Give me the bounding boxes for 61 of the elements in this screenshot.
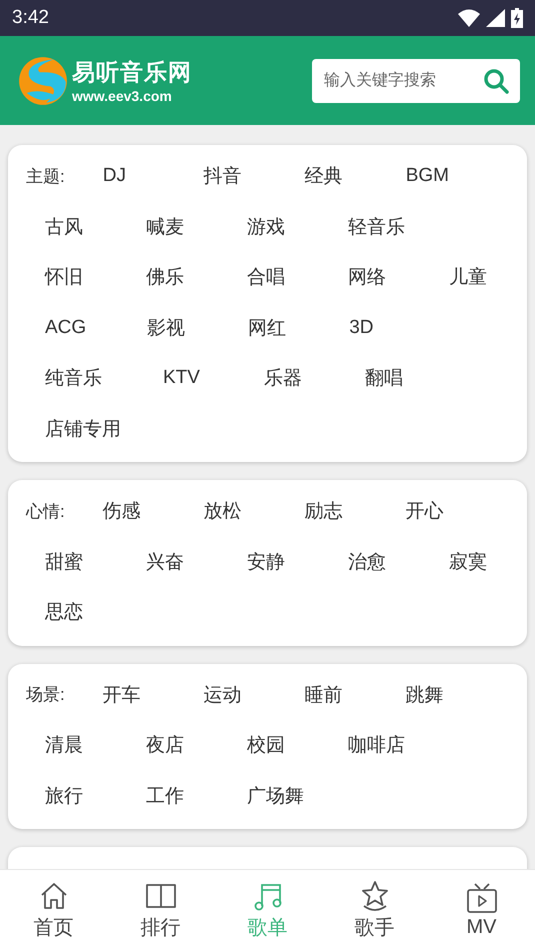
tag-link[interactable]: KTV <box>163 367 203 390</box>
tag-link[interactable]: 合唱 <box>247 264 287 290</box>
tag-link[interactable]: 影视 <box>147 314 188 341</box>
tag-link[interactable]: 开心 <box>406 498 446 524</box>
tag-link[interactable]: 轻音乐 <box>348 214 405 240</box>
tag-link[interactable]: 开车 <box>102 682 143 708</box>
tag-link[interactable]: 睡前 <box>304 682 345 708</box>
tag-link[interactable]: 寂寞 <box>449 548 489 575</box>
site-url: www.eev3.com <box>72 88 173 104</box>
tag-link[interactable]: 古风 <box>45 214 85 240</box>
nav-tab[interactable]: MV <box>428 870 535 951</box>
tag-link[interactable]: 乐器 <box>264 365 304 392</box>
search-field[interactable]: 输入关键字搜索 <box>312 58 472 102</box>
battery-charging-icon <box>511 8 523 28</box>
tag-link[interactable]: 翻唱 <box>365 365 405 392</box>
tag-link[interactable]: 店铺专用 <box>45 416 121 442</box>
tag-link[interactable]: 广场舞 <box>247 782 304 809</box>
tag-link[interactable]: 安静 <box>247 548 287 575</box>
category-label: 场景: <box>26 684 65 706</box>
tag-link[interactable]: 思恋 <box>45 599 85 626</box>
tag-link[interactable]: ACG <box>45 316 86 339</box>
site-name: 易听音乐网 <box>72 58 192 87</box>
signal-icon <box>486 9 505 27</box>
tag-link[interactable]: 网红 <box>248 314 288 341</box>
tag-link[interactable]: 儿童 <box>449 264 489 290</box>
tag-link[interactable]: 治愈 <box>348 548 388 575</box>
nav-tab[interactable]: 排行 <box>107 870 214 951</box>
tag-link[interactable]: 纯音乐 <box>45 365 102 392</box>
tag-link[interactable]: 励志 <box>304 498 345 524</box>
tag-link[interactable]: 跳舞 <box>406 682 446 708</box>
tag-link[interactable]: 怀旧 <box>45 264 85 290</box>
tag-link[interactable]: 旅行 <box>45 782 85 809</box>
wifi-icon <box>458 9 480 27</box>
nav-tab[interactable]: 歌手 <box>321 870 428 951</box>
search-button[interactable] <box>472 58 520 102</box>
tag-link[interactable]: DJ <box>102 165 143 188</box>
tag-link[interactable]: 喊麦 <box>146 214 186 240</box>
tag-link[interactable]: 网络 <box>348 264 388 290</box>
tag-link[interactable]: 兴奋 <box>146 548 186 575</box>
tag-link[interactable]: 抖音 <box>204 163 244 190</box>
tag-link[interactable]: 夜店 <box>146 732 186 758</box>
category-label: 心情: <box>26 500 65 523</box>
tag-link[interactable]: 清晨 <box>45 732 85 758</box>
tag-link[interactable]: 3D <box>349 316 390 339</box>
status-time: 3:42 <box>12 7 49 29</box>
tag-link[interactable]: 甜蜜 <box>45 548 85 575</box>
tag-link[interactable]: 放松 <box>204 498 244 524</box>
tag-link[interactable]: 佛乐 <box>146 264 186 290</box>
tv-icon <box>466 882 498 914</box>
tag-link[interactable]: 游戏 <box>247 214 287 240</box>
category-label: 主题: <box>26 166 65 188</box>
tag-link[interactable]: BGM <box>406 165 450 188</box>
tag-link[interactable]: 咖啡店 <box>348 732 405 758</box>
tag-link[interactable]: 经典 <box>304 163 345 190</box>
nav-tab[interactable]: 首页 <box>0 870 107 951</box>
tag-link[interactable]: 校园 <box>247 732 287 758</box>
search-icon <box>483 68 509 94</box>
logo-icon <box>18 56 68 106</box>
tag-link[interactable]: 伤感 <box>102 498 143 524</box>
tag-link[interactable]: 工作 <box>146 782 186 809</box>
tag-link[interactable]: 运动 <box>204 682 244 708</box>
